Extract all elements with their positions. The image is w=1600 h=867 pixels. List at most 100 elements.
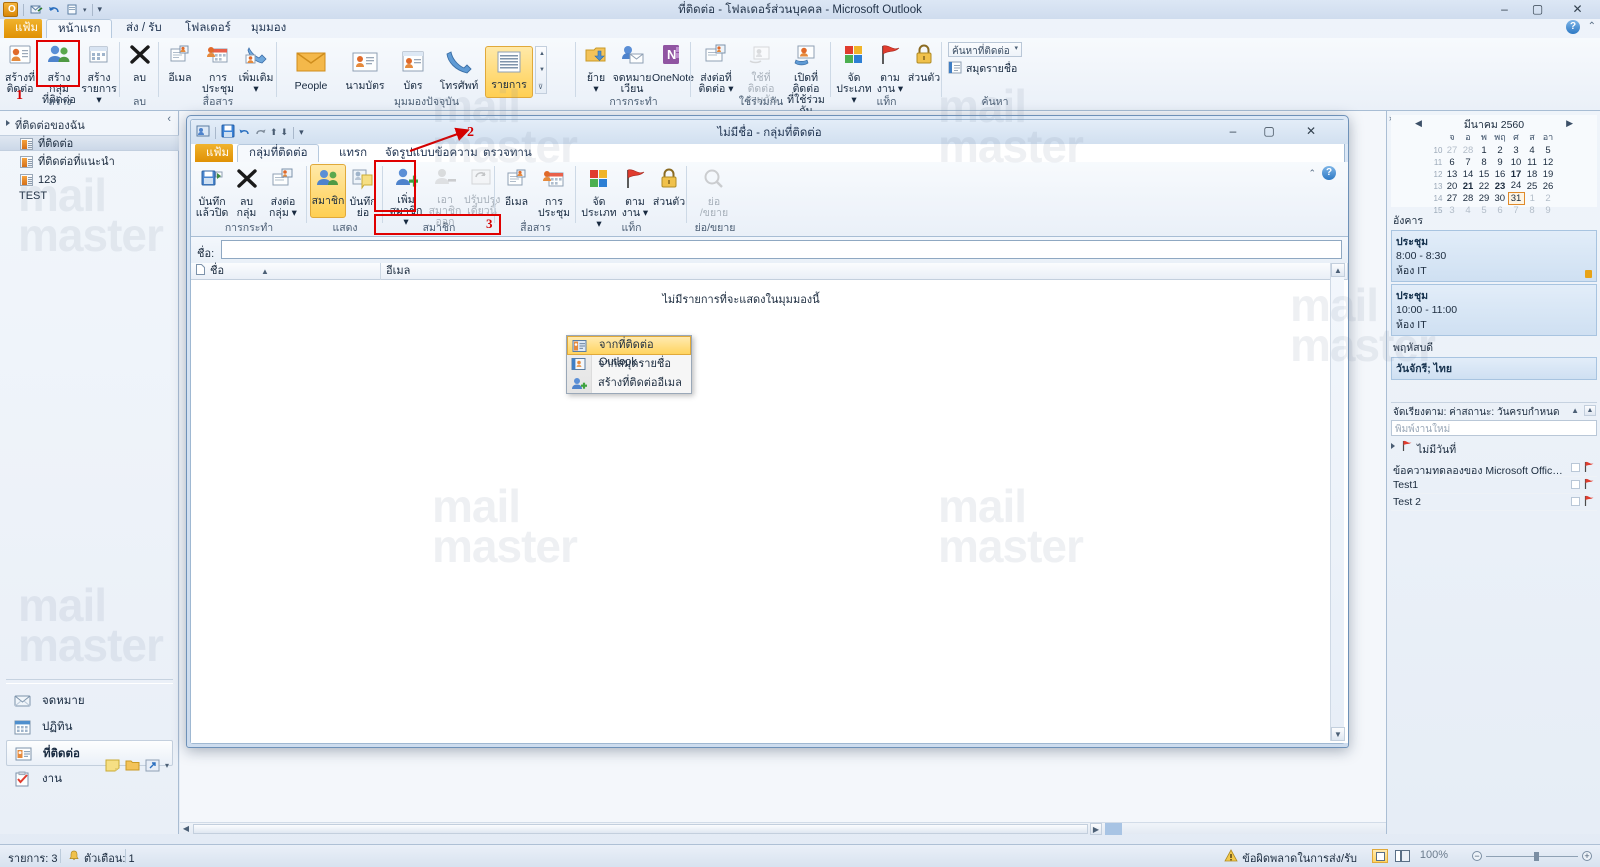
move-button[interactable]: ย้าย ▾ xyxy=(580,40,612,95)
forward-group-button[interactable]: ส่งต่อ กลุ่ม ▾ xyxy=(263,164,303,219)
dialog-scroll-down[interactable]: ▼ xyxy=(1331,727,1345,741)
menu-item-new-email-contact[interactable]: สร้างที่ติดต่ออีเมล xyxy=(567,374,691,393)
task-row[interactable]: ข้อความทดลองของ Microsoft Office Ou... xyxy=(1391,460,1597,477)
tab-view[interactable]: มุมมอง xyxy=(240,19,297,38)
dialog-tab-group[interactable]: กลุ่มที่ติดต่อ xyxy=(237,144,320,162)
my-contacts-header[interactable]: ที่ติดต่อของฉัน xyxy=(0,116,179,132)
menu-item-from-address-book[interactable]: จากสมุดรายชื่อ xyxy=(567,355,691,374)
tab-file[interactable]: แฟ้ม xyxy=(4,19,42,38)
calendar-day[interactable]: 1 xyxy=(1524,192,1540,204)
appointment-item[interactable]: ประชุม 8:00 - 8:30 ห้อง IT xyxy=(1391,230,1597,282)
calendar-day[interactable]: 12 xyxy=(1540,156,1556,168)
follow-up-button[interactable]: ตาม งาน ▾ xyxy=(873,40,907,95)
task-flag-icon[interactable] xyxy=(1583,495,1595,507)
members-button[interactable]: สมาชิก xyxy=(310,164,346,218)
onenote-button[interactable]: N OneNote xyxy=(652,40,694,84)
task-row[interactable]: Test 2 xyxy=(1391,494,1597,511)
calendar-day[interactable]: 8 xyxy=(1476,156,1492,168)
calendar-day[interactable]: 13 xyxy=(1444,168,1460,180)
menu-item-from-outlook-contacts[interactable]: จากที่ติดต่อ Outlook xyxy=(567,336,691,368)
new-task-input[interactable]: พิมพ์งานใหม่ xyxy=(1391,420,1597,436)
forward-contact-button[interactable]: ส่งต่อที่ ติดต่อ ▾ xyxy=(693,40,739,95)
task-flag-icon[interactable] xyxy=(1583,478,1595,490)
task-collapse-icon[interactable]: ▲ xyxy=(1571,406,1579,415)
dialog-scroll-up[interactable]: ▲ xyxy=(1331,263,1345,277)
folder-item-test[interactable]: TEST xyxy=(19,190,47,202)
dialog-tab-file[interactable]: แฟ้ม xyxy=(195,144,233,162)
zoom-out-button[interactable]: − xyxy=(1472,851,1482,861)
calendar-day[interactable]: 3 xyxy=(1508,144,1524,156)
add-members-dropdown-menu[interactable]: จากที่ติดต่อ Outlook จากสมุดรายชื่อ สร้า… xyxy=(566,335,692,394)
calendar-day[interactable]: 27 xyxy=(1444,192,1460,204)
zoom-button[interactable]: ย่อ/ขยาย xyxy=(693,164,735,219)
mail-merge-button[interactable]: จดหมาย เวียน xyxy=(612,40,652,95)
private-button[interactable]: ส่วนตัว xyxy=(907,40,941,84)
notes-button[interactable]: บันทึก ย่อ xyxy=(346,164,380,219)
minimize-button[interactable]: ‒ xyxy=(1488,0,1521,18)
collapse-pane-icon[interactable]: ‹ xyxy=(167,113,171,125)
people-view-button[interactable]: People xyxy=(285,46,337,92)
calendar-day[interactable]: 7 xyxy=(1460,156,1476,168)
delete-button[interactable]: ลบ xyxy=(122,40,157,84)
calendar-day[interactable]: 5 xyxy=(1540,144,1556,156)
appointment-item[interactable]: วันจักรี; ไทย xyxy=(1391,357,1597,380)
calendar-day[interactable]: 9 xyxy=(1492,156,1508,168)
calendar-day[interactable]: 18 xyxy=(1524,168,1540,180)
scroll-left-arrow[interactable]: ◀ xyxy=(180,823,192,835)
dialog-maximize-button[interactable]: ▢ xyxy=(1254,121,1284,141)
calendar-day[interactable]: 26 xyxy=(1540,180,1556,192)
calendar-day[interactable]: 20 xyxy=(1444,180,1460,192)
tab-send-receive[interactable]: ส่ง / รับ xyxy=(115,19,173,38)
email-button[interactable]: อีเมล xyxy=(161,40,199,84)
calendar-day[interactable]: 28 xyxy=(1460,192,1476,204)
reading-view-button[interactable] xyxy=(1395,850,1410,865)
save-close-button[interactable]: บันทึก แล้วปิด xyxy=(194,164,230,219)
new-contact-button[interactable]: สร้างที่ ติดต่อ xyxy=(2,40,38,95)
task-complete-checkbox[interactable] xyxy=(1571,497,1580,506)
module-splitter[interactable] xyxy=(6,679,173,684)
calendar-day[interactable]: 22 xyxy=(1476,180,1492,192)
calendar-day[interactable]: 21 xyxy=(1460,180,1476,192)
calendar-day[interactable]: 10 xyxy=(1508,156,1524,168)
task-scroll-up[interactable]: ▲ xyxy=(1584,405,1596,416)
dialog-help-icon[interactable]: ? xyxy=(1322,166,1336,180)
tab-home[interactable]: หน้าแรก xyxy=(46,19,113,38)
card-view-button[interactable]: บัตร xyxy=(393,46,433,92)
calendar-day[interactable]: 11 xyxy=(1524,156,1540,168)
delete-group-button[interactable]: ลบ กลุ่ม xyxy=(230,164,263,219)
dlg-followup-button[interactable]: ตาม งาน ▾ xyxy=(618,164,652,219)
dlg-private-button[interactable]: ส่วนตัว xyxy=(652,164,686,208)
help-icon[interactable]: ? xyxy=(1566,20,1580,34)
address-book-button[interactable]: สมุดรายชื่อ xyxy=(948,60,1017,76)
find-contact-input[interactable]: ค้นหาที่ติดต่อ ▾ xyxy=(948,42,1022,57)
column-name-header[interactable]: ชื่อ ▲ xyxy=(205,263,381,280)
calendar-day[interactable]: 6 xyxy=(1444,156,1460,168)
group-caret-icon[interactable] xyxy=(1391,443,1395,449)
calendar-day[interactable]: 17 xyxy=(1508,168,1524,180)
configure-buttons-icon[interactable]: ▾ xyxy=(165,761,169,770)
task-complete-checkbox[interactable] xyxy=(1571,480,1580,489)
scroll-thumb[interactable] xyxy=(193,824,1088,834)
folder-item-contacts[interactable]: ที่ติดต่อ xyxy=(0,135,179,151)
dialog-close-button[interactable]: ✕ xyxy=(1296,121,1326,141)
dialog-tab-insert[interactable]: แทรก xyxy=(328,144,378,162)
zoom-slider[interactable]: − + xyxy=(1472,851,1592,861)
folder-item-123[interactable]: 123 xyxy=(10,172,175,188)
calendar-day[interactable]: 25 xyxy=(1524,180,1540,192)
dialog-ribbon-collapse-icon[interactable]: ⌃ xyxy=(1308,168,1316,179)
folder-list-icon[interactable] xyxy=(125,759,140,772)
task-flag-icon[interactable] xyxy=(1583,461,1595,473)
horizontal-scrollbar[interactable]: ◀ ▶ xyxy=(180,822,1386,835)
calendar-day[interactable]: 2 xyxy=(1540,192,1556,204)
expand-caret-icon[interactable] xyxy=(6,120,10,126)
task-row[interactable]: Test1 xyxy=(1391,477,1597,494)
status-send-receive-error[interactable]: ข้อผิดพลาดในการส่ง/รับ xyxy=(1224,849,1357,867)
task-complete-checkbox[interactable] xyxy=(1571,463,1580,472)
calendar-body[interactable]: 10 27 28 1 2 3 4 5 11 6 7 8 9 10 11 12 12 13 14 15 16 17 18 19 1… xyxy=(1432,144,1556,216)
calendar-grid[interactable]: จ อ พ พฤ ศ ส อา 10 27 28 1 2 3 4 5 11 6 7 8 9 10 11 12 1… xyxy=(1432,130,1556,216)
calendar-day[interactable]: 16 xyxy=(1492,168,1508,180)
calendar-day[interactable]: 4 xyxy=(1524,144,1540,156)
calendar-day[interactable]: 14 xyxy=(1460,168,1476,180)
view-gallery-scroll[interactable]: ▲ ▼ ⊽ xyxy=(535,46,547,94)
group-name-input[interactable] xyxy=(221,240,1342,259)
